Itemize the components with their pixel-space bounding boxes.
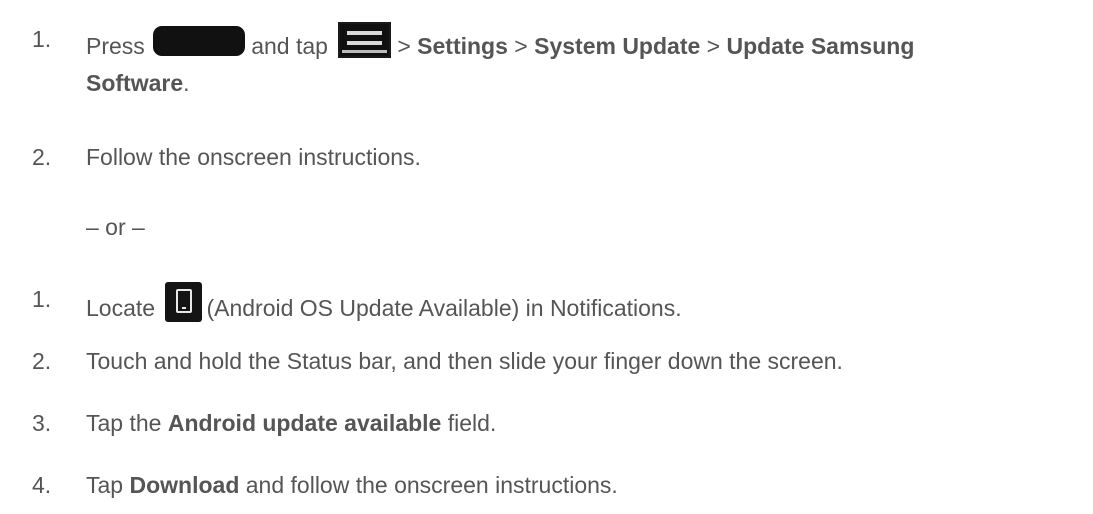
- settings-label: Settings: [417, 33, 508, 59]
- step-number: 3.: [32, 410, 52, 436]
- period: .: [183, 70, 190, 96]
- update-samsung-label: Update Samsung: [726, 33, 915, 59]
- separator: >: [397, 33, 411, 59]
- press-text: Press: [86, 33, 145, 59]
- system-update-label: System Update: [534, 33, 701, 59]
- field-suffix: field.: [447, 410, 497, 436]
- android-update-notification-icon: [165, 282, 203, 322]
- and-tap-text: and tap: [251, 33, 328, 59]
- step-text: Locate (Android OS Update Available) in …: [86, 282, 682, 325]
- step-text: Tap the Android update available field.: [86, 406, 496, 440]
- software-label: Software: [86, 70, 184, 96]
- locate-text: Locate: [86, 295, 156, 321]
- step-text-continued: Software.: [86, 66, 190, 100]
- or-text: – or –: [86, 214, 145, 240]
- separator: >: [514, 33, 528, 59]
- step-number: 2.: [32, 144, 52, 170]
- android-update-field-label: Android update available: [167, 410, 442, 436]
- tap-text: Tap: [86, 472, 124, 498]
- locate-rest-text: (Android OS Update Available) in Notific…: [206, 295, 682, 321]
- step-number: 4.: [32, 472, 52, 498]
- menu-key-icon: [338, 22, 392, 58]
- separator: >: [706, 33, 721, 59]
- step-number: 1.: [32, 26, 52, 52]
- step-number: 2.: [32, 348, 52, 374]
- download-rest-text: and follow the onscreen instructions.: [245, 472, 618, 498]
- tap-text: Tap the: [86, 410, 162, 436]
- step-text: Touch and hold the Status bar, and then …: [86, 348, 843, 374]
- home-key-icon: [153, 26, 246, 56]
- step-number: 1.: [32, 286, 52, 312]
- step-text: Press and tap > Settings > System Update…: [86, 22, 914, 63]
- step-text: Follow the onscreen instructions.: [86, 144, 421, 170]
- step-text: Tap Download and follow the onscreen ins…: [86, 468, 618, 502]
- download-label: Download: [129, 472, 240, 498]
